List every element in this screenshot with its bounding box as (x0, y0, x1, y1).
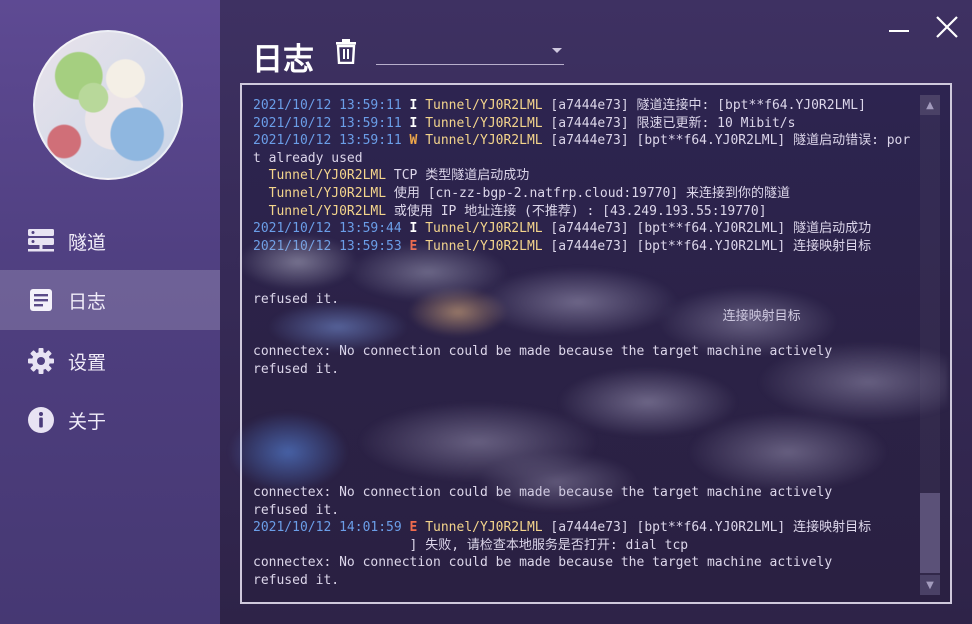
log-tunnel: Tunnel/YJ0R2LML (425, 520, 543, 536)
log-line: 2021/10/12 13:59:11 I Tunnel/YJ0R2LML [a… (253, 115, 918, 133)
log-line: 2021/10/12 13:59:11 I Tunnel/YJ0R2LML [a… (253, 97, 918, 115)
log-line: connectex: No connection could be made b… (253, 484, 918, 502)
log-message: [a7444e73] [bpt**f64.YJ0R2LML] 隧道启动成功 (542, 221, 872, 237)
log-message: [a7444e73] 限速已更新: 10 Mibit/s (542, 115, 796, 131)
sidebar-item-label: 设置 (68, 351, 107, 374)
log-tunnel: Tunnel/YJ0R2LML (425, 98, 543, 113)
log-line: connectex: No connection could be made b… (253, 554, 918, 572)
log-message: 使用 [cn-zz-bgp-2.natfrp.cloud:19770] 来连接到… (386, 185, 790, 201)
info-icon (26, 405, 56, 435)
log-line: Tunnel/YJ0R2LML 使用 [cn-zz-bgp-2.natfrp.c… (253, 185, 918, 203)
log-line: 2021/10/12 13:59:11 W Tunnel/YJ0R2LML [a… (253, 132, 918, 167)
log-message: [a7444e73] 隧道连接中: [bpt**f64.YJ0R2LML] (542, 98, 866, 113)
sidebar-item-tunnels[interactable]: 隧道 (0, 211, 220, 271)
log-message: refused it. (253, 361, 340, 377)
log-level: I (409, 221, 418, 237)
log-scrollbar[interactable]: ▲ ▼ (920, 95, 940, 595)
scroll-up-icon[interactable]: ▲ (920, 95, 940, 115)
sidebar-item-logs[interactable]: 日志 (0, 270, 220, 330)
log-line: ] 失败, 请检查本地服务是否打开: dial tcp (253, 537, 918, 555)
log-text: 2021/10/12 13:59:11 I Tunnel/YJ0R2LML [a… (253, 97, 918, 590)
log-message: refused it. (253, 291, 340, 307)
log-message: 连接映射目标 (253, 309, 801, 325)
log-message: TCP 类型隧道启动成功 (386, 168, 530, 184)
log-timestamp: 2021/10/12 13:59:11 (253, 115, 402, 131)
log-line: Tunnel/YJ0R2LML 或使用 IP 地址连接 (不推荐) : [43.… (253, 203, 918, 221)
log-tunnel: Tunnel/YJ0R2LML (425, 238, 543, 254)
log-message: ] 失败, 请检查本地服务是否打开: dial tcp (253, 537, 689, 553)
log-message: 或使用 IP 地址连接 (不推荐) : [43.249.193.55:19770… (386, 203, 767, 219)
document-icon (26, 285, 56, 315)
avatar[interactable] (33, 30, 183, 180)
tunnel-filter-select[interactable] (376, 40, 564, 65)
chevron-down-icon (552, 48, 562, 53)
log-message: connectex: No connection could be made b… (253, 485, 833, 501)
sidebar-item-about[interactable]: 关于 (0, 390, 220, 450)
sidebar-item-label: 隧道 (68, 231, 107, 254)
gear-icon (26, 346, 56, 376)
server-icon (26, 226, 56, 256)
log-message: refused it. (253, 573, 340, 589)
scrollbar-thumb[interactable] (920, 493, 940, 573)
log-tunnel: Tunnel/YJ0R2LML (253, 168, 387, 184)
log-message: refused it. (253, 502, 340, 518)
log-line: 2021/10/12 14:01:59 E Tunnel/YJ0R2LML [a… (253, 519, 918, 537)
close-button[interactable] (934, 14, 960, 40)
log-tunnel: Tunnel/YJ0R2LML (425, 115, 543, 131)
log-line: connectex: No connection could be made b… (253, 343, 918, 361)
minimize-button[interactable] (886, 14, 912, 40)
log-level: E (409, 238, 418, 254)
log-line: refused it. (253, 291, 918, 309)
log-line: 连接映射目标 (253, 308, 918, 326)
log-level: W (409, 133, 418, 149)
log-level: I (409, 98, 418, 113)
log-timestamp: 2021/10/12 13:59:53 (253, 238, 402, 254)
log-line: 2021/10/12 13:59:53 E Tunnel/YJ0R2LML [a… (253, 238, 918, 256)
log-message: connectex: No connection could be made b… (253, 344, 833, 360)
log-level: E (409, 520, 418, 536)
log-timestamp: 2021/10/12 14:01:59 (253, 520, 402, 536)
log-message: connectex: No connection could be made b… (253, 555, 833, 571)
log-line: refused it. (253, 502, 918, 520)
log-tunnel: Tunnel/YJ0R2LML (253, 203, 387, 219)
log-line: refused it. (253, 361, 918, 379)
sidebar: 隧道 日志 设置 关于 (0, 0, 220, 624)
log-line: Tunnel/YJ0R2LML TCP 类型隧道启动成功 (253, 167, 918, 185)
log-line: 2021/10/12 13:59:44 I Tunnel/YJ0R2LML [a… (253, 220, 918, 238)
log-tunnel: Tunnel/YJ0R2LML (425, 133, 543, 149)
sidebar-item-label: 日志 (68, 290, 107, 313)
log-timestamp: 2021/10/12 13:59:44 (253, 221, 402, 237)
trash-icon[interactable] (334, 38, 358, 65)
log-timestamp: 2021/10/12 13:59:11 (253, 98, 402, 113)
log-tunnel: Tunnel/YJ0R2LML (253, 185, 387, 201)
log-timestamp: 2021/10/12 13:59:11 (253, 133, 402, 149)
scroll-down-icon[interactable]: ▼ (920, 575, 940, 595)
sidebar-item-label: 关于 (68, 410, 107, 433)
log-level: I (409, 115, 418, 131)
log-tunnel: Tunnel/YJ0R2LML (425, 221, 543, 237)
log-message: [a7444e73] [bpt**f64.YJ0R2LML] 连接映射目标 (542, 520, 872, 536)
page-title: 日志 (252, 42, 314, 78)
log-message: [a7444e73] [bpt**f64.YJ0R2LML] 连接映射目标 (542, 238, 872, 254)
log-panel[interactable]: 2021/10/12 13:59:11 I Tunnel/YJ0R2LML [a… (240, 83, 952, 604)
log-line: refused it. (253, 572, 918, 590)
sidebar-item-settings[interactable]: 设置 (0, 331, 220, 391)
